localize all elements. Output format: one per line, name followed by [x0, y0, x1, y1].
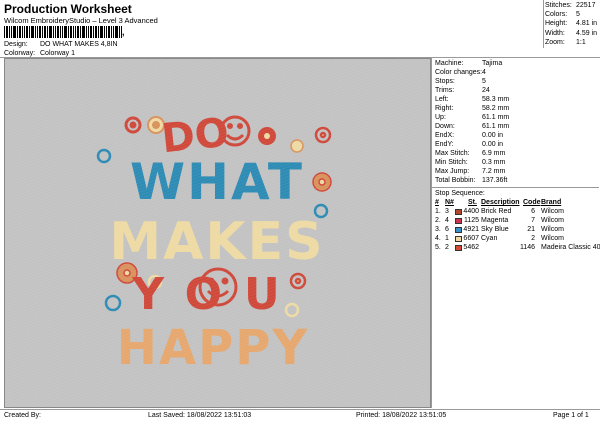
stop-sequence-table: # N# St. Description Code Brand 1. 3 4400 B… — [435, 199, 600, 259]
sequence-cell-st: 4400 — [463, 208, 479, 215]
prop-min-stitch: Min Stitch: 0.3 mm — [435, 159, 506, 166]
sequence-cell-brand: Wilcom — [541, 208, 564, 215]
stat-width: Width: 4.59 in — [545, 29, 598, 37]
col-header-code: Code — [523, 199, 541, 206]
stat-stitches: Stitches: 22517 — [545, 2, 596, 9]
sequence-cell-description: Cyan — [481, 235, 498, 242]
col-header-n: N# — [445, 199, 454, 206]
properties-panel: Machine: Tajima Color changes:4 Stops: 5 T… — [431, 58, 600, 408]
design-preview: DO WHAT MAKES YOU HAPPY — [4, 58, 431, 408]
footer-page: Page 1 of 1 — [553, 412, 589, 419]
design-row: Design: DO WHAT MAKES 4,8IN — [4, 41, 118, 48]
footer-divider — [0, 409, 600, 410]
design-value: DO WHAT MAKES 4,8IN — [40, 41, 118, 48]
sequence-cell-brand: Wilcom — [541, 226, 564, 233]
colorway-row: Colorway: Colorway 1 — [4, 50, 75, 57]
stats-divider — [543, 0, 544, 48]
sequence-cell-n: 3 — [445, 208, 449, 215]
prop-endx: EndX: 0.00 in — [435, 132, 504, 139]
prop-machine: Machine: Tajima — [435, 60, 503, 67]
col-header-num: # — [435, 199, 439, 206]
color-swatch — [455, 218, 462, 224]
prop-trims: Trims: 24 — [435, 87, 490, 94]
prop-stops: Stops: 5 — [435, 78, 486, 85]
sequence-cell-st: 5462 — [463, 244, 479, 251]
color-swatch — [455, 209, 462, 215]
sequence-row: 3. 6 4921 Sky Blue 21 Wilcom — [435, 226, 599, 235]
sequence-row: 4. 1 6607 Cyan 2 Wilcom — [435, 235, 599, 244]
sequence-cell-code: 6 — [531, 208, 535, 215]
page-title: Production Worksheet — [4, 2, 132, 16]
software-subtitle: Wilcom EmbroideryStudio – Level 3 Advanc… — [4, 16, 158, 25]
sequence-cell-num: 2. — [435, 217, 441, 224]
stats-block: Stitches: 22517 Colors: 5 Height: 4.81 in W… — [545, 2, 597, 48]
sequence-row: 1. 3 4400 Brick Red 6 Wilcom — [435, 208, 599, 217]
stat-height: Height: 4.81 in — [545, 20, 598, 28]
sequence-cell-description: Brick Red — [481, 208, 512, 215]
stat-colors: Colors: 5 — [545, 11, 580, 19]
col-header-description: Description — [481, 199, 520, 206]
sequence-cell-code: 1146 — [519, 244, 535, 251]
sequence-cell-st: 4921 — [463, 226, 479, 233]
color-swatch — [455, 227, 462, 233]
footer-created-by: Created By: — [4, 412, 41, 419]
prop-left: Left: 58.3 mm — [435, 96, 510, 103]
barcode — [4, 26, 122, 38]
sequence-cell-description: Sky Blue — [481, 226, 509, 233]
sequence-cell-description: Magenta — [481, 217, 509, 224]
sequence-cell-brand: Wilcom — [541, 217, 564, 224]
color-swatch — [455, 236, 462, 242]
sequence-row: 5. 2 5462 1146 Madeira Classic 40 — [435, 244, 600, 253]
col-header-st: St. — [468, 199, 477, 206]
stat-zoom: Zoom: 1:1 — [545, 38, 586, 46]
sequence-cell-code: 21 — [527, 226, 535, 233]
footer-last-saved: Last Saved: 18/08/2022 13:51:03 — [148, 412, 252, 419]
sequence-cell-n: 1 — [445, 235, 449, 242]
sequence-cell-num: 5. — [435, 244, 441, 251]
barcode-suffix: , — [122, 27, 125, 37]
sequence-cell-num: 3. — [435, 226, 441, 233]
sequence-cell-num: 1. — [435, 208, 441, 215]
prop-right: Right: 58.2 mm — [435, 105, 510, 112]
sequence-cell-brand: Wilcom — [541, 235, 564, 242]
stop-sequence-title: Stop Sequence: — [435, 190, 485, 197]
design-label: Design: — [4, 41, 28, 48]
prop-endy: EndY: 0.00 in — [435, 141, 504, 148]
prop-max-jump: Max Jump: 7.2 mm — [435, 168, 506, 175]
sequence-cell-brand: Madeira Classic 40 — [541, 244, 600, 251]
prop-total-bobbin: Total Bobbin: 137.36ft — [435, 177, 508, 184]
embroidery-artwork: DO WHAT MAKES YOU HAPPY — [5, 59, 430, 407]
col-header-brand: Brand — [541, 199, 562, 206]
colorway-value: Colorway 1 — [40, 50, 76, 57]
sequence-cell-n: 4 — [445, 217, 449, 224]
color-swatch — [455, 245, 462, 251]
sequence-cell-st: 1125 — [463, 217, 479, 224]
prop-down: Down: 61.1 mm — [435, 123, 510, 130]
sequence-cell-num: 4. — [435, 235, 441, 242]
prop-up: Up: 61.1 mm — [435, 114, 510, 121]
sequence-row: 2. 4 1125 Magenta 7 Wilcom — [435, 217, 599, 226]
prop-color-changes: Color changes:4 — [435, 69, 486, 76]
sequence-cell-code: 7 — [531, 217, 535, 224]
colorway-label: Colorway: — [4, 50, 36, 57]
sequence-cell-n: 6 — [445, 226, 449, 233]
prop-max-stitch: Max Stitch: 6.9 mm — [435, 150, 506, 157]
footer-printed: Printed: 18/08/2022 13:51:05 — [356, 412, 447, 419]
sequence-cell-n: 2 — [445, 244, 449, 251]
sequence-cell-code: 2 — [531, 235, 535, 242]
sequence-cell-st: 6607 — [463, 235, 479, 242]
